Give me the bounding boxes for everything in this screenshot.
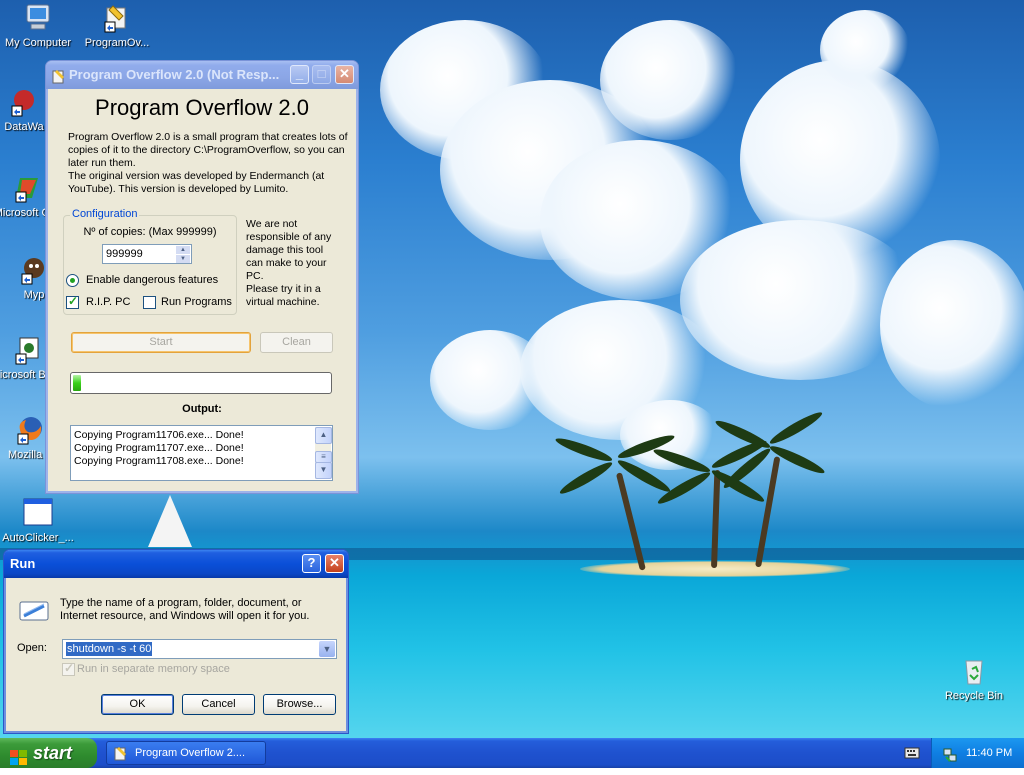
chevron-down-icon[interactable]: ▼ xyxy=(319,641,335,657)
description-paragraph: The original version was developed by En… xyxy=(68,170,325,195)
close-icon: ✕ xyxy=(329,555,340,570)
output-label: Output: xyxy=(182,403,222,415)
spin-down-icon[interactable]: ▼ xyxy=(176,255,190,263)
rip-pc-checkbox[interactable]: ✓ xyxy=(66,294,79,309)
keyboard-icon[interactable] xyxy=(904,746,920,760)
help-icon: ? xyxy=(307,555,316,570)
scroll-down-icon[interactable]: ▼ xyxy=(315,462,332,479)
desktop-icon-label: ProgramOv... xyxy=(84,37,150,49)
visual-basic-icon xyxy=(12,334,44,366)
app-heading: Program Overflow 2.0 xyxy=(95,95,309,120)
computer-icon xyxy=(22,2,54,34)
open-label: Open: xyxy=(17,642,47,654)
run-icon xyxy=(18,596,52,624)
desktop-icon-label: Recycle Bin xyxy=(944,690,1004,702)
app-description: Program Overflow 2.0 is a small program … xyxy=(68,131,348,196)
ok-button[interactable]: OK xyxy=(101,694,174,715)
start-button[interactable]: start xyxy=(0,738,97,768)
browse-button[interactable]: Browse... xyxy=(263,694,336,715)
window-title: Program Overflow 2.0 (Not Resp... xyxy=(69,67,280,82)
program-overflow-icon xyxy=(113,746,129,762)
radio-dot xyxy=(70,278,75,283)
open-value: shutdown -s -t 60 xyxy=(66,642,153,656)
window-title: Run xyxy=(10,556,36,571)
program-overflow-icon xyxy=(51,67,67,84)
dangerous-features-label: Enable dangerous features xyxy=(86,274,219,286)
output-line: Copying Program11707.exe... Done! xyxy=(74,442,244,454)
taskbar-item-label: Program Overflow 2.... xyxy=(135,747,246,759)
program-overflow-icon xyxy=(101,2,133,34)
minimize-icon: _ xyxy=(295,66,304,81)
description-paragraph: Program Overflow 2.0 is a small program … xyxy=(68,131,348,169)
scroll-up-icon[interactable]: ▲ xyxy=(315,427,332,444)
copy-progress-bar xyxy=(70,372,332,394)
taskbar-item-program-overflow[interactable]: Program Overflow 2.... xyxy=(106,741,266,765)
output-line: Copying Program11708.exe... Done! xyxy=(74,455,244,467)
clean-button[interactable]: Clean xyxy=(260,332,333,353)
disclaimer-text: We are not responsible of any damage thi… xyxy=(246,218,332,308)
start-button[interactable]: Start xyxy=(71,332,251,353)
desktop-icon-label: AutoClicker_... xyxy=(2,532,74,544)
output-log[interactable]: Copying Program11706.exe... Done! Copyin… xyxy=(70,425,333,481)
title-bar[interactable]: Run ? ✕ xyxy=(4,550,348,578)
cloud xyxy=(820,10,910,90)
close-button[interactable]: ✕ xyxy=(325,554,344,573)
configuration-legend: Configuration xyxy=(70,208,140,220)
spin-up-icon[interactable]: ▲ xyxy=(176,246,190,254)
run-programs-label: Run Programs xyxy=(161,296,232,308)
help-button[interactable]: ? xyxy=(302,554,321,573)
windows-logo-icon xyxy=(10,745,28,765)
copies-spinbox[interactable]: 999999 ▲ ▼ xyxy=(102,244,192,264)
minimize-button[interactable]: _ xyxy=(290,65,309,84)
progress-fill xyxy=(73,375,81,391)
desktop-icon-programoverflow[interactable]: ProgramOv... xyxy=(79,2,155,49)
checkmark-icon: ✓ xyxy=(64,661,75,675)
sailboat xyxy=(148,495,192,547)
cancel-button[interactable]: Cancel xyxy=(182,694,255,715)
close-icon: ✕ xyxy=(339,66,350,81)
copies-label: Nº of copies: (Max 999999) xyxy=(83,226,217,238)
open-combobox[interactable]: shutdown -s -t 60 ▼ xyxy=(62,639,337,659)
copies-value: 999999 xyxy=(106,248,143,260)
desktop-icon-autoclicker[interactable]: AutoClicker_... xyxy=(0,497,76,544)
firefox-icon xyxy=(14,414,46,446)
network-icon[interactable] xyxy=(942,745,958,762)
rip-pc-label: R.I.P. PC xyxy=(86,296,131,308)
start-label: start xyxy=(33,743,73,763)
maximize-button[interactable]: □ xyxy=(312,65,331,84)
maximize-icon: □ xyxy=(317,66,326,81)
program-overflow-window[interactable]: Program Overflow 2.0 (Not Resp... _ □ ✕ … xyxy=(45,60,359,494)
separate-memory-label: Run in separate memory space xyxy=(77,663,230,675)
output-scrollbar[interactable]: ▲ ≡ ▼ xyxy=(315,427,332,479)
run-dialog[interactable]: Run ? ✕ Type the name of a program, fold… xyxy=(3,549,349,734)
cloud xyxy=(600,20,740,140)
visual-studio-icon xyxy=(12,172,44,204)
recycle-bin-icon xyxy=(958,655,990,687)
taskbar: start Program Overflow 2.... 11:40 PM xyxy=(0,738,1024,768)
separate-memory-checkbox[interactable]: ✓ xyxy=(62,661,75,676)
run-programs-checkbox[interactable] xyxy=(143,296,156,309)
clock[interactable]: 11:40 PM xyxy=(966,738,1012,768)
window-icon xyxy=(22,497,54,529)
cloud xyxy=(880,240,1024,410)
title-bar[interactable]: Program Overflow 2.0 (Not Resp... _ □ ✕ xyxy=(46,61,358,89)
output-line: Copying Program11706.exe... Done! xyxy=(74,429,244,441)
app-icon xyxy=(8,86,40,118)
desktop-icon-label: My Computer xyxy=(4,37,72,49)
system-tray: 11:40 PM xyxy=(931,738,1024,768)
close-button[interactable]: ✕ xyxy=(335,65,354,84)
desktop-icon-recycle-bin[interactable]: Recycle Bin xyxy=(936,655,1012,702)
configuration-group: Configuration Nº of copies: (Max 999999)… xyxy=(63,208,237,315)
dangerous-features-radio[interactable] xyxy=(66,274,79,287)
run-instructions: Type the name of a program, folder, docu… xyxy=(60,597,310,622)
checkmark-icon: ✓ xyxy=(68,294,79,308)
desktop-icon-my-computer[interactable]: My Computer xyxy=(0,2,76,49)
